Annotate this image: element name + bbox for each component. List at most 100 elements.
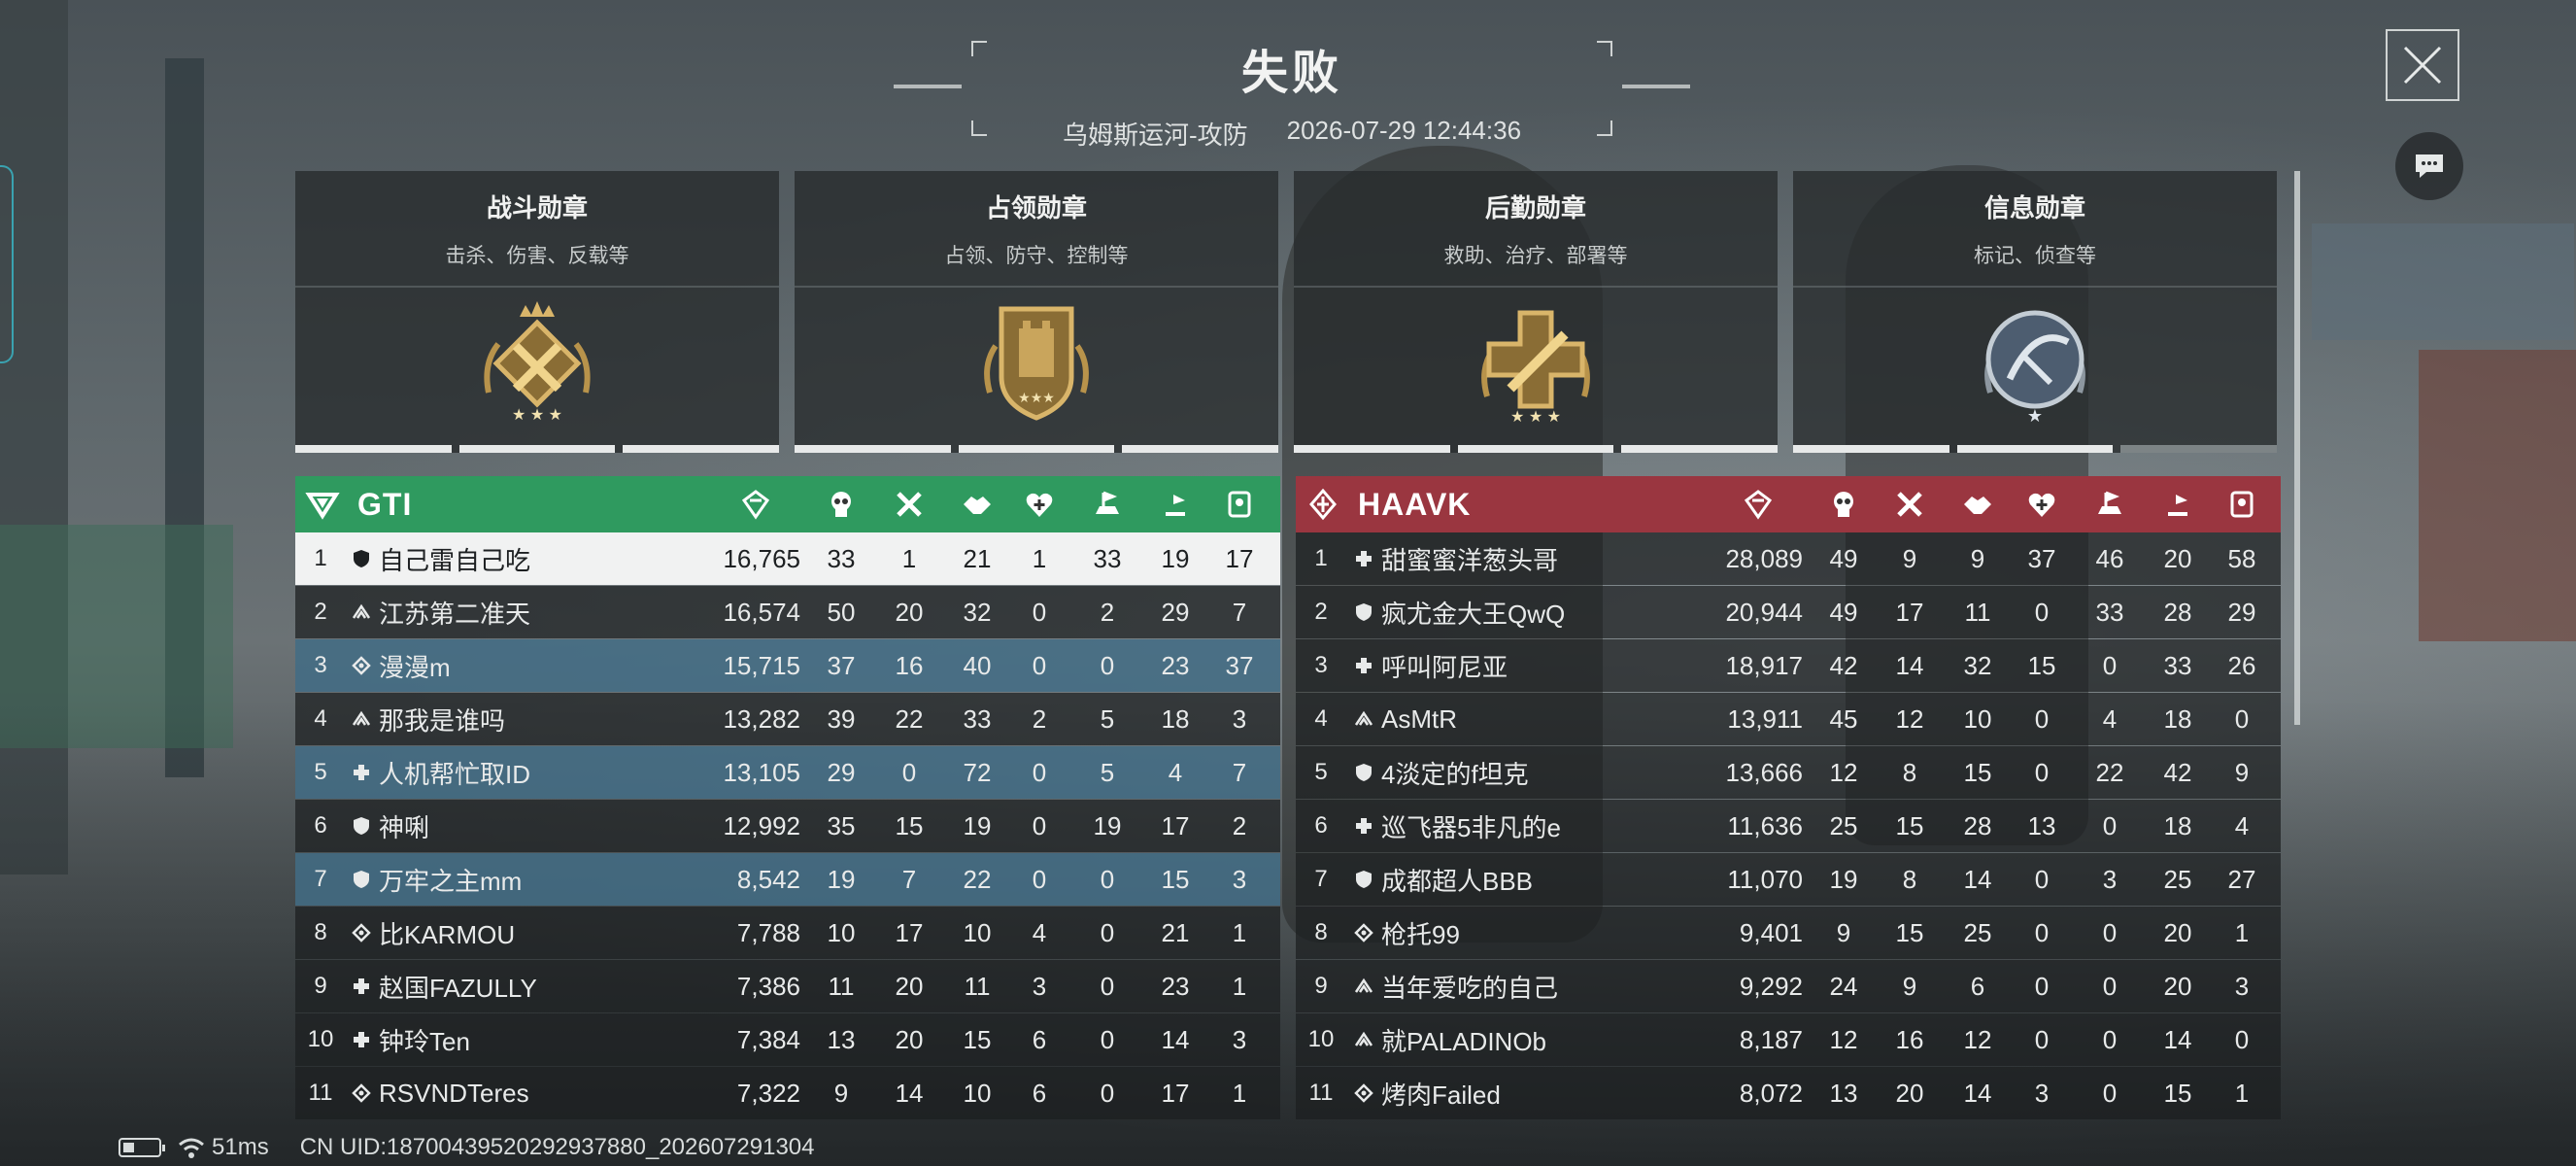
- intel-medal-icon: ★: [1984, 310, 2085, 426]
- player-row[interactable]: 2 疯尤金大王QwQ 20,944 49 17 11 0 33 28 29: [1296, 586, 2281, 638]
- medal-name: 战斗勋章: [486, 193, 588, 223]
- player-stat: 0: [2102, 917, 2118, 947]
- player-row[interactable]: 11 RSVNDTeres 7,322 9 14 10 6 0 17 1: [295, 1067, 1280, 1119]
- player-score: 8,542: [736, 864, 800, 894]
- player-stat: 0: [1032, 864, 1047, 894]
- medic-class-icon: [354, 1032, 369, 1047]
- player-stat: 40: [963, 650, 992, 680]
- player-stat: 37: [2027, 543, 2056, 573]
- player-stat: 12: [1829, 757, 1858, 787]
- team-logo-icon: [1302, 483, 1344, 526]
- player-rank: 2: [314, 599, 327, 625]
- player-stat: 0: [2102, 1078, 2118, 1108]
- player-name: 当年爱吃的自己: [1381, 973, 1559, 1003]
- scrollbar[interactable]: [2294, 171, 2300, 725]
- player-rank: 6: [1314, 812, 1328, 839]
- player-stat: 6: [1032, 1024, 1047, 1054]
- player-row[interactable]: 10 就PALADINOb 8,187 12 16 12 0 0 14 0: [1296, 1013, 2281, 1066]
- player-stat: 39: [827, 703, 856, 734]
- player-name: 江苏第二准天: [379, 599, 531, 629]
- capture-icon: [2098, 491, 2121, 514]
- player-stat: 42: [1829, 650, 1858, 680]
- recon-class-icon: [1354, 977, 1373, 993]
- player-row[interactable]: 3 呼叫阿尼亚 18,917 42 14 32 15 0 33 26: [1296, 639, 2281, 692]
- player-stat: 0: [2102, 1024, 2118, 1054]
- player-stat: 0: [2034, 917, 2050, 947]
- player-stat: 0: [2034, 1024, 2050, 1054]
- player-stat: 0: [2034, 703, 2050, 734]
- player-row[interactable]: 9 赵国FAZULLY 7,386 11 20 11 3 0 23 1: [295, 960, 1280, 1012]
- player-score: 7,322: [736, 1078, 800, 1108]
- match-datetime: 2026-07-29 12:44:36: [1286, 116, 1522, 145]
- player-row[interactable]: 7 成都超人BBB 11,070 19 8 14 0 3 25 27: [1296, 853, 2281, 906]
- player-row[interactable]: 8 枪托99 9,401 9 15 25 0 0 20 1: [1296, 907, 2281, 959]
- status-bar: 51ms CN UID:18700439520292937880_2026072…: [119, 1133, 815, 1162]
- player-stat: 3: [1232, 703, 1247, 734]
- player-row[interactable]: 7 万牢之主mm 8,542 19 7 22 0 0 15 3: [295, 853, 1280, 906]
- medal-card-combat[interactable]: 战斗勋章 击杀、伤害、反载等 ★ ★ ★: [295, 171, 780, 453]
- player-row[interactable]: 8 比KARMOU 7,788 10 17 10 4 0 21 1: [295, 907, 1280, 959]
- player-row[interactable]: 1 甜蜜蜜洋葱头哥 28,089 49 9 9 37 46 20 58: [1296, 532, 2281, 585]
- player-row[interactable]: 4 那我是谁吗 13,282 39 22 33 2 5 18 3: [295, 693, 1280, 745]
- player-stat: 20: [2163, 543, 2192, 573]
- player-stat: 0: [1032, 650, 1047, 680]
- player-name: 巡飞器5非凡的e: [1381, 812, 1561, 842]
- medal-card-intel[interactable]: 信息勋章 标记、侦查等 ★: [1793, 171, 2278, 453]
- scrollbar-thumb[interactable]: [2294, 171, 2300, 725]
- player-name: 4淡定的f坦克: [1381, 759, 1529, 789]
- player-stat: 0: [2034, 597, 2050, 627]
- player-rank: 8: [314, 919, 327, 945]
- player-row[interactable]: 9 当年爱吃的自己 9,292 24 9 6 0 0 20 3: [1296, 960, 2281, 1012]
- player-stat: 8: [1902, 864, 1917, 894]
- player-stat: 12: [1963, 1024, 1992, 1054]
- player-rank: 9: [1314, 973, 1328, 999]
- player-row[interactable]: 3 漫漫m 15,715 37 16 40 0 0 23 37: [295, 639, 1280, 692]
- player-row[interactable]: 6 巡飞器5非凡的e 11,636 25 15 28 13 0 18 4: [1296, 800, 2281, 852]
- player-rank: 1: [1314, 545, 1328, 571]
- chat-button[interactable]: [2395, 132, 2463, 200]
- engineer-class-icon: [352, 923, 371, 943]
- player-stat: 0: [2102, 650, 2118, 680]
- player-stat: 0: [2234, 703, 2250, 734]
- battery-icon: [119, 1138, 165, 1157]
- player-stat: 5: [1100, 703, 1115, 734]
- player-rank: 3: [1314, 652, 1328, 678]
- player-row[interactable]: 5 4淡定的f坦克 13,666 12 8 15 0 22 42 9: [1296, 746, 2281, 799]
- player-stat: 15: [895, 810, 924, 840]
- medal-progress: [1294, 445, 1779, 453]
- medal-card-capture[interactable]: 占领勋章 占领、防守、控制等 ★★★: [795, 171, 1279, 453]
- player-stat: 21: [1161, 917, 1190, 947]
- capture-medal-icon: ★★★: [984, 306, 1089, 421]
- engineer-class-icon: [1354, 1083, 1373, 1103]
- player-score: 13,282: [723, 703, 800, 734]
- player-stat: 0: [1100, 971, 1115, 1001]
- player-name: 烤肉Failed: [1381, 1080, 1501, 1110]
- player-row[interactable]: 1 自己雷自己吃 16,765 33 1 21 1 33 19 17: [295, 532, 1280, 585]
- player-stat: 15: [1895, 810, 1924, 840]
- player-stat: 7: [901, 864, 917, 894]
- player-stat: 29: [2227, 597, 2256, 627]
- player-stat: 28: [1963, 810, 1992, 840]
- score-icon: [741, 490, 770, 520]
- close-button[interactable]: [2386, 29, 2459, 101]
- recon-class-icon: [1354, 710, 1373, 726]
- player-row[interactable]: 6 神唎 12,992 35 15 19 0 19 17 2: [295, 800, 1280, 852]
- player-stat: 28: [2163, 597, 2192, 627]
- side-drawer-tab[interactable]: [0, 165, 14, 363]
- player-stat: 9: [1836, 917, 1851, 947]
- player-row[interactable]: 5 人机帮忙取ID 13,105 29 0 72 0 5 4 7: [295, 746, 1280, 799]
- revives-icon: [1026, 493, 1053, 517]
- player-stat: 9: [1902, 543, 1917, 573]
- player-stat: 0: [1032, 810, 1047, 840]
- medal-description: 救助、治疗、部署等: [1443, 245, 1628, 267]
- player-row[interactable]: 4 AsMtR 13,911 45 12 10 0 4 18 0: [1296, 693, 2281, 745]
- player-stat: 7: [1232, 597, 1247, 627]
- player-row[interactable]: 10 钟玲Ten 7,384 13 20 15 6 0 14 3: [295, 1013, 1280, 1066]
- player-row[interactable]: 11 烤肉Failed 8,072 13 20 14 3 0 15 1: [1296, 1067, 2281, 1119]
- player-name: 自己雷自己吃: [379, 545, 531, 575]
- player-row[interactable]: 2 江苏第二准天 16,574 50 20 32 0 2 29 7: [295, 586, 1280, 638]
- chat-icon: [2416, 154, 2443, 178]
- player-stat: 1: [901, 543, 917, 573]
- player-list: 1 甜蜜蜜洋葱头哥 28,089 49 9 9 37 46 20 58 2 疯尤金大王QwQ 20,94…: [1296, 532, 2281, 1119]
- medal-card-logistics[interactable]: 后勤勋章 救助、治疗、部署等 ★ ★ ★: [1294, 171, 1779, 453]
